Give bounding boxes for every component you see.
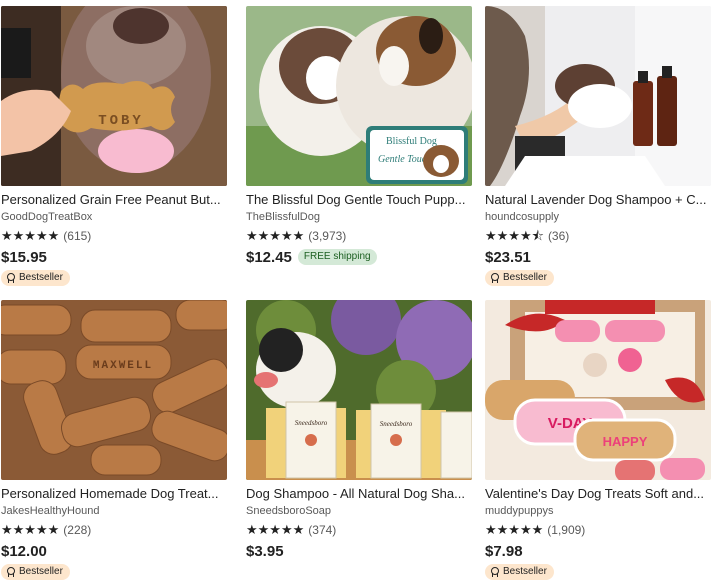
ribbon-icon [6, 273, 15, 283]
free-shipping-badge: FREE shipping [297, 249, 377, 265]
product-image[interactable]: MAXWELL [1, 300, 227, 480]
review-count: (615) [63, 229, 92, 243]
price: $12.45 [246, 248, 292, 266]
rating: ★★★★★ (615) [1, 228, 229, 244]
valentine-treats-photo: V-DAY HAPPY [485, 300, 711, 480]
product-title[interactable]: Natural Lavender Dog Shampoo + C... [485, 192, 711, 208]
product-card[interactable]: Natural Lavender Dog Shampoo + C... houn… [485, 6, 713, 288]
star-rating-icon: ★★★★⯪ [485, 228, 544, 243]
review-count: (374) [308, 523, 337, 537]
badge-label: Bestseller [19, 272, 63, 283]
product-card[interactable]: MAXWELL Personalized Homemade Dog Treat.… [1, 300, 229, 582]
product-image[interactable]: Blissful Dog Gentle Touch [246, 6, 472, 186]
product-image[interactable]: Sneedsboro Sneedsboro [246, 300, 472, 480]
price: $23.51 [485, 248, 531, 266]
product-title[interactable]: The Blissful Dog Gentle Touch Pupp... [246, 192, 472, 208]
star-rating-icon: ★★★★★ [246, 228, 305, 243]
review-count: (36) [547, 229, 570, 243]
dog-soap-photo: Sneedsboro Sneedsboro [246, 300, 472, 480]
ribbon-icon [490, 273, 499, 283]
review-count: (228) [63, 523, 92, 537]
star-rating-icon: ★★★★★ [1, 522, 60, 537]
price-row: $12.00 [1, 541, 229, 561]
product-title[interactable]: Personalized Grain Free Peanut But... [1, 192, 227, 208]
ribbon-icon [6, 567, 15, 577]
lavender-shampoo-photo [485, 6, 711, 186]
shop-name[interactable]: houndcosupply [485, 210, 713, 224]
rating: ★★★★★ (1,909) [485, 522, 713, 538]
star-rating-icon: ★★★★★ [246, 522, 305, 537]
badge-label: Bestseller [503, 272, 547, 283]
price: $15.95 [1, 248, 47, 266]
shop-name[interactable]: GoodDogTreatBox [1, 210, 229, 224]
product-card[interactable]: Sneedsboro Sneedsboro Dog Shampoo - All … [246, 300, 474, 561]
product-image[interactable] [485, 6, 711, 186]
star-rating-icon: ★★★★★ [485, 522, 544, 537]
badge-label: Bestseller [503, 566, 547, 577]
product-card[interactable]: Blissful Dog Gentle Touch The Blissful D… [246, 6, 474, 267]
rating: ★★★★★ (3,973) [246, 228, 474, 244]
treat-icing: HAPPY [603, 434, 648, 449]
bestseller-badge: Bestseller [485, 564, 554, 580]
rating: ★★★★★ (374) [246, 522, 474, 538]
bestseller-badge: Bestseller [1, 270, 70, 286]
star-rating-icon: ★★★★★ [1, 228, 60, 243]
bestseller-badge: Bestseller [1, 564, 70, 580]
price-row: $12.45 FREE shipping [246, 247, 474, 267]
shop-name[interactable]: TheBlissfulDog [246, 210, 474, 224]
price: $3.95 [246, 542, 284, 560]
product-image[interactable]: V-DAY HAPPY [485, 300, 711, 480]
price-row: $7.98 [485, 541, 713, 561]
ribbon-icon [490, 567, 499, 577]
price: $12.00 [1, 542, 47, 560]
homemade-treats-photo: MAXWELL [1, 300, 227, 480]
product-image[interactable]: TOBY [1, 6, 227, 186]
product-card[interactable]: TOBY Personalized Grain Free Peanut But.… [1, 6, 229, 288]
review-count: (3,973) [308, 229, 347, 243]
package-brand: Blissful Dog [386, 136, 437, 147]
rating: ★★★★⯪ (36) [485, 228, 713, 244]
product-title[interactable]: Valentine's Day Dog Treats Soft and... [485, 486, 711, 502]
bestseller-badge: Bestseller [485, 270, 554, 286]
treat-engraving: MAXWELL [93, 360, 153, 372]
price-row: $3.95 [246, 541, 474, 561]
price-row: $23.51 [485, 247, 713, 267]
shop-name[interactable]: SneedsboroSoap [246, 504, 474, 518]
treat-engraving: TOBY [98, 113, 144, 129]
shop-name[interactable]: muddypuppys [485, 504, 713, 518]
soap-label-brand: Sneedsboro [295, 419, 328, 427]
soap-label-brand: Sneedsboro [380, 420, 413, 428]
product-title[interactable]: Personalized Homemade Dog Treat... [1, 486, 227, 502]
review-count: (1,909) [547, 523, 586, 537]
product-card[interactable]: V-DAY HAPPY Valentine's Day Dog Treats S… [485, 300, 713, 582]
price: $7.98 [485, 542, 523, 560]
rating: ★★★★★ (228) [1, 522, 229, 538]
price-row: $15.95 [1, 247, 229, 267]
peanut-butter-treat-photo: TOBY [1, 6, 227, 186]
shop-name[interactable]: JakesHealthyHound [1, 504, 229, 518]
product-title[interactable]: Dog Shampoo - All Natural Dog Sha... [246, 486, 472, 502]
badge-label: Bestseller [19, 566, 63, 577]
puppy-shampoo-photo: Blissful Dog Gentle Touch [246, 6, 472, 186]
